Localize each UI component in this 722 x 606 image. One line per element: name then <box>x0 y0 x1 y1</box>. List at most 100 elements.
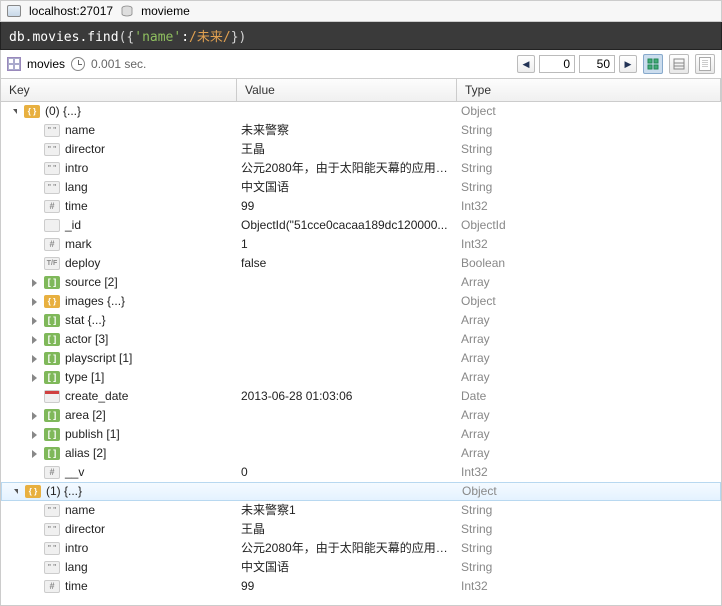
expand-icon[interactable] <box>29 296 40 307</box>
tree-row[interactable]: T/FdeployfalseBoolean <box>1 254 721 273</box>
str-type-icon: " " <box>44 542 60 555</box>
cmd-key: 'name' <box>134 30 181 45</box>
row-type: Array <box>457 273 721 292</box>
tree-row[interactable]: [ ]actor [3]Array <box>1 330 721 349</box>
tree-row[interactable]: #mark1Int32 <box>1 235 721 254</box>
expand-icon[interactable] <box>29 353 40 364</box>
expander-spacer <box>29 505 40 516</box>
arr-type-icon: [ ] <box>44 314 60 327</box>
breadcrumb-host[interactable]: localhost:27017 <box>29 4 113 18</box>
tree-row[interactable]: _idObjectId("51cce0cacaa189dc120000...Ob… <box>1 216 721 235</box>
str-type-icon: " " <box>44 143 60 156</box>
row-key: name <box>65 121 95 140</box>
row-value: 未来警察 <box>237 121 457 140</box>
cmd-function: find <box>87 30 118 45</box>
expand-icon[interactable] <box>29 448 40 459</box>
collapse-icon[interactable] <box>9 106 20 117</box>
row-type: ObjectId <box>457 216 721 235</box>
row-value: 王晶 <box>237 140 457 159</box>
command-bar[interactable]: db.movies.find({'name':/未来/}) <box>0 22 722 50</box>
tree-row[interactable]: { }images {...}Object <box>1 292 721 311</box>
row-key: time <box>65 197 88 216</box>
tree-row[interactable]: " "intro公元2080年，由于太阳能天幕的应用，...String <box>1 539 721 558</box>
tree-row[interactable]: " "director王晶String <box>1 140 721 159</box>
status-collection: movies <box>27 57 65 71</box>
arr-type-icon: [ ] <box>44 352 60 365</box>
bool-type-icon: T/F <box>44 257 60 270</box>
expander-spacer <box>29 144 40 155</box>
row-type: String <box>457 558 721 577</box>
expander-spacer <box>29 562 40 573</box>
tree-row[interactable]: create_date2013-06-28 01:03:06Date <box>1 387 721 406</box>
header-value[interactable]: Value <box>237 79 457 101</box>
results-tree[interactable]: Key Value Type { }(0) {...}Object" "name… <box>0 79 722 606</box>
row-key: (1) {...} <box>46 482 82 501</box>
tree-row[interactable]: " "intro公元2080年，由于太阳能天幕的应用，...String <box>1 159 721 178</box>
tree-row[interactable]: [ ]area [2]Array <box>1 406 721 425</box>
header-type[interactable]: Type <box>457 79 721 101</box>
page-next-button[interactable]: ▶ <box>619 55 637 73</box>
expand-icon[interactable] <box>29 372 40 383</box>
arr-type-icon: [ ] <box>44 276 60 289</box>
row-value: 中文国语 <box>237 558 457 577</box>
view-text-button[interactable] <box>695 54 715 74</box>
expander-spacer <box>29 258 40 269</box>
tree-row[interactable]: { }(0) {...}Object <box>1 102 721 121</box>
cmd-regex: /未来/ <box>189 30 231 45</box>
str-type-icon: " " <box>44 162 60 175</box>
row-key: mark <box>65 235 92 254</box>
expand-icon[interactable] <box>29 334 40 345</box>
row-type: String <box>457 178 721 197</box>
expand-icon[interactable] <box>29 277 40 288</box>
page-offset-input[interactable] <box>539 55 575 73</box>
tree-row[interactable]: [ ] playscript [1] Array <box>1 349 721 368</box>
row-key: actor [3] <box>65 330 108 349</box>
tree-row[interactable]: [ ] source [2] Array <box>1 273 721 292</box>
collection-icon <box>7 57 21 71</box>
page-limit-input[interactable] <box>579 55 615 73</box>
tree-row[interactable]: #time99Int32 <box>1 197 721 216</box>
database-icon <box>121 5 133 17</box>
row-type: Array <box>457 349 721 368</box>
view-tree-button[interactable] <box>643 54 663 74</box>
row-key: playscript [1] <box>65 349 132 368</box>
cmd-colon: : <box>181 30 189 45</box>
row-key: area [2] <box>65 406 106 425</box>
row-type: String <box>457 520 721 539</box>
tree-row[interactable]: #__v0Int32 <box>1 463 721 482</box>
row-key: source [2] <box>65 273 118 292</box>
expander-spacer <box>29 524 40 535</box>
arr-type-icon: [ ] <box>44 428 60 441</box>
expand-icon[interactable] <box>29 429 40 440</box>
row-key: type [1] <box>65 368 104 387</box>
tree-row[interactable]: " "name未来警察String <box>1 121 721 140</box>
expand-icon[interactable] <box>29 315 40 326</box>
expand-icon[interactable] <box>29 410 40 421</box>
tree-row[interactable]: { }(1) {...}Object <box>1 482 721 501</box>
row-type: Int32 <box>457 463 721 482</box>
view-table-button[interactable] <box>669 54 689 74</box>
tree-row[interactable]: [ ]stat {...}Array <box>1 311 721 330</box>
row-value: false <box>237 254 457 273</box>
collapse-icon[interactable] <box>10 486 21 497</box>
tree-row[interactable]: [ ]alias [2]Array <box>1 444 721 463</box>
tree-row[interactable]: " "lang中文国语String <box>1 178 721 197</box>
int-type-icon: # <box>44 200 60 213</box>
tree-row[interactable]: [ ]publish [1]Array <box>1 425 721 444</box>
row-key: (0) {...} <box>45 102 81 121</box>
tree-row[interactable]: " "name未来警察1String <box>1 501 721 520</box>
tree-row[interactable]: [ ]type [1]Array <box>1 368 721 387</box>
tree-row[interactable]: " "director王晶String <box>1 520 721 539</box>
tree-row[interactable]: " "lang中文国语String <box>1 558 721 577</box>
obj-type-icon: { } <box>44 295 60 308</box>
page-prev-button[interactable]: ◀ <box>517 55 535 73</box>
breadcrumb-db[interactable]: movieme <box>141 4 190 18</box>
row-key: director <box>65 140 105 159</box>
header-key[interactable]: Key <box>1 79 237 101</box>
expander-spacer <box>29 201 40 212</box>
row-type: Array <box>457 406 721 425</box>
row-type: String <box>457 539 721 558</box>
document-icon <box>699 57 711 71</box>
tree-row[interactable]: #time99Int32 <box>1 577 721 596</box>
expander-spacer <box>29 239 40 250</box>
